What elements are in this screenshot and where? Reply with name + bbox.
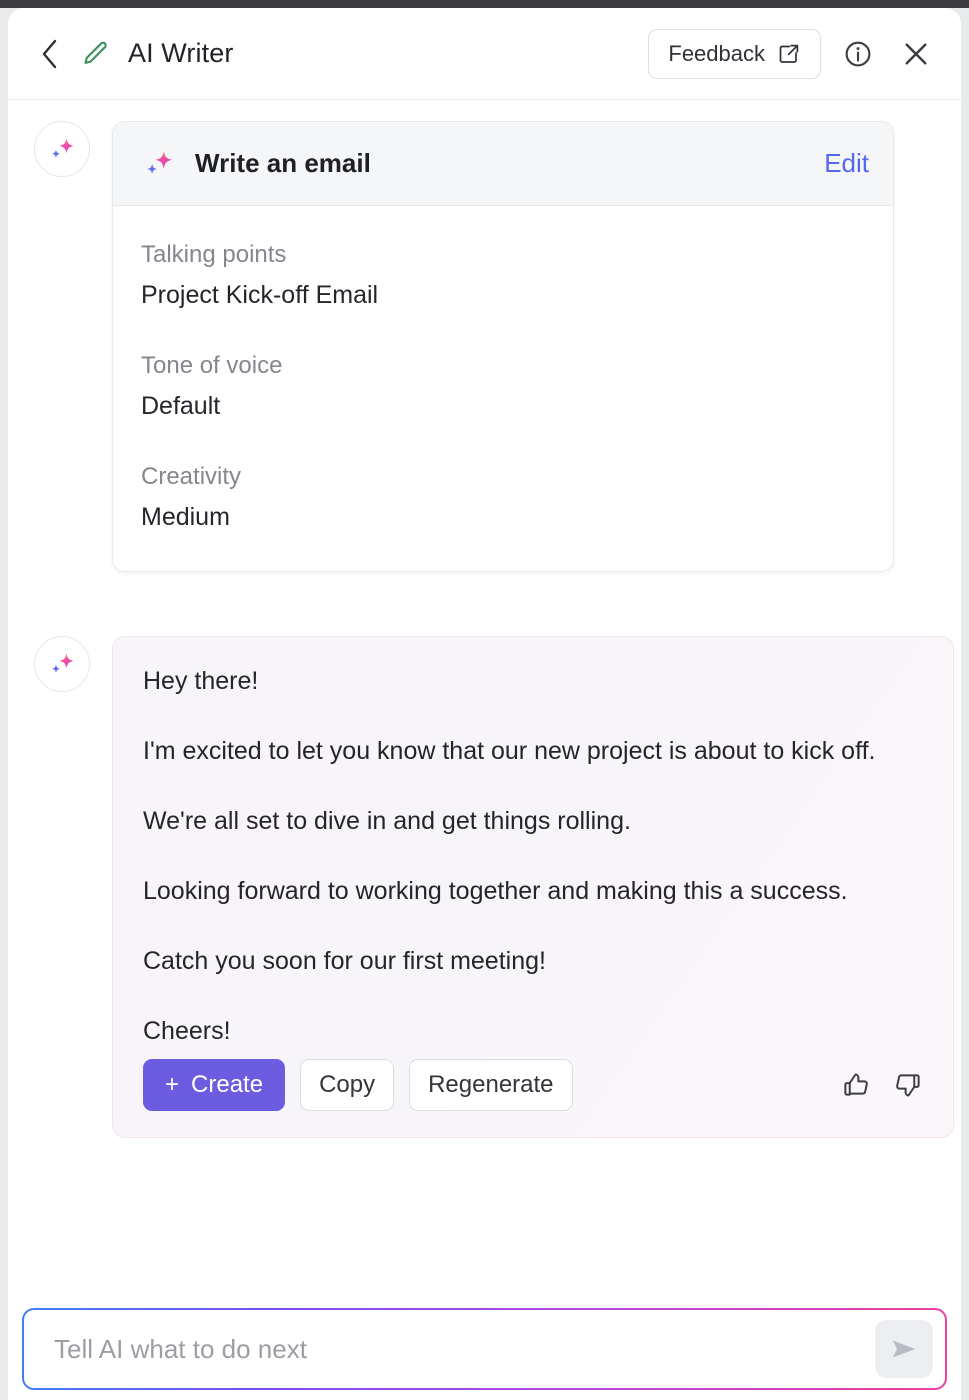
composer: [22, 1308, 947, 1390]
prompt-card-header: Write an email Edit: [113, 122, 893, 206]
answer-bubble: Hey there! I'm excited to let you know t…: [112, 636, 954, 1138]
page-title: AI Writer: [128, 38, 234, 68]
field-label: Talking points: [141, 241, 287, 268]
assistant-avatar: [34, 121, 90, 177]
back-button[interactable]: [34, 37, 64, 71]
panel-surface: AI Writer Feedback Write an email Edit T…: [8, 8, 961, 1400]
thumbs-up-button[interactable]: [841, 1070, 871, 1100]
composer-inner: [24, 1310, 945, 1388]
field-tone-of-voice: Tone of voice Default: [141, 345, 865, 427]
close-icon: [905, 43, 927, 64]
info-circle-icon: [845, 41, 871, 66]
vote-group: [841, 1070, 923, 1100]
prompt-message-row: Write an email Edit Talking points Proje…: [34, 121, 894, 573]
copy-button[interactable]: Copy: [300, 1059, 395, 1111]
answer-message-row: Hey there! I'm excited to let you know t…: [34, 636, 954, 1138]
field-label: Creativity: [141, 462, 242, 490]
field-creativity: Creativity Medium: [141, 456, 865, 538]
feedback-button-label: Feedback: [668, 40, 765, 66]
answer-paragraph: Hey there!: [143, 667, 259, 695]
field-value: Project Kick-off Email: [141, 281, 379, 310]
send-button[interactable]: [875, 1320, 933, 1378]
sparkle-icon: [51, 138, 74, 159]
close-button[interactable]: [895, 33, 937, 75]
external-link-icon: [779, 44, 799, 63]
panel-header: AI Writer Feedback: [8, 8, 961, 100]
plus-icon: +: [165, 1071, 180, 1098]
thumbs-down-button[interactable]: [893, 1070, 923, 1100]
thumbs-up-icon: [844, 1073, 868, 1096]
answer-paragraph: Catch you soon for our first meeting!: [143, 947, 546, 975]
feedback-button[interactable]: Feedback: [648, 28, 821, 79]
prompt-card-body: Talking points Project Kick-off Email To…: [113, 206, 893, 571]
prompt-card: Write an email Edit Talking points Proje…: [112, 121, 894, 573]
info-button[interactable]: [837, 33, 879, 75]
field-value: Default: [141, 392, 221, 421]
prompt-title: Write an email: [195, 148, 371, 178]
pencil-icon: [80, 39, 110, 69]
thumbs-down-icon: [896, 1074, 920, 1097]
answer-actions: + Create Copy Regenerate: [143, 1059, 923, 1111]
sparkle-icon: [147, 150, 172, 174]
composer-input[interactable]: [54, 1333, 875, 1365]
chevron-left-icon: [42, 39, 56, 68]
edit-link[interactable]: Edit: [824, 148, 869, 179]
assistant-avatar: [34, 636, 90, 692]
answer-paragraph: We're all set to dive in and get things …: [143, 807, 631, 835]
answer-paragraph: Looking forward to working together and …: [143, 877, 848, 905]
window-top-strip: [0, 0, 969, 8]
create-button-label: Create: [191, 1071, 264, 1098]
field-value: Medium: [141, 502, 230, 531]
ai-writer-panel: AI Writer Feedback Write an email Edit T…: [0, 0, 969, 1400]
answer-paragraph: Cheers!: [143, 1017, 231, 1045]
create-button[interactable]: + Create: [143, 1059, 286, 1111]
regenerate-button[interactable]: Regenerate: [409, 1059, 573, 1111]
composer-gradient-border: [22, 1308, 947, 1390]
send-icon: [892, 1340, 916, 1358]
field-label: Tone of voice: [141, 351, 283, 379]
answer-paragraph: I'm excited to let you know that our new…: [143, 737, 876, 765]
sparkle-icon: [51, 653, 74, 674]
field-talking-points: Talking points Project Kick-off Email: [141, 234, 865, 316]
